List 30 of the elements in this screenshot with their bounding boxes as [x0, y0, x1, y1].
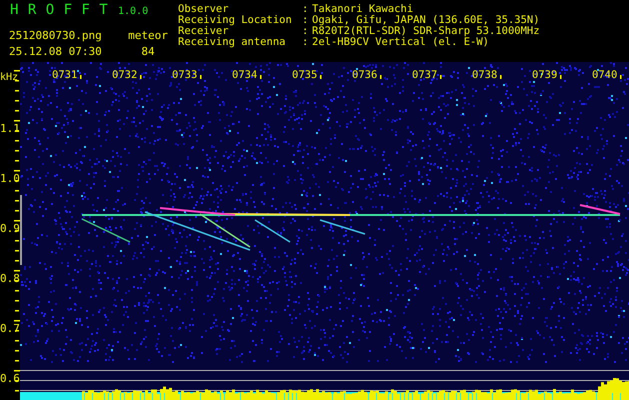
info-label: Receiving Location	[178, 15, 293, 26]
info-label: Receiving antenna	[178, 37, 286, 48]
info-separator: :	[302, 15, 310, 26]
time-label: 0737	[412, 69, 438, 81]
file-name: 2512080730.png	[8, 29, 103, 42]
app-version: 1.0.0	[118, 5, 150, 19]
date-time: 25.12.08 07:30	[8, 45, 103, 58]
meteor-count: 84	[140, 45, 156, 58]
info-value: 2el-HB9CV Vertical (el. E-W)	[312, 37, 490, 48]
info-separator: :	[302, 4, 310, 15]
info-value: Takanori Kawachi	[312, 4, 414, 15]
time-label: 0732	[112, 69, 138, 81]
app-title: H R O F F T	[9, 2, 108, 20]
counter-label: meteor	[127, 29, 169, 42]
time-label: 0739	[532, 69, 558, 81]
time-label: 0733	[172, 69, 198, 81]
time-label: 0736	[352, 69, 378, 81]
time-label: 0731	[52, 69, 78, 81]
info-value: Ogaki, Gifu, JAPAN (136.60E, 35.35N)	[312, 15, 540, 26]
info-label: Observer	[178, 4, 230, 15]
time-label: 0735	[292, 69, 318, 81]
time-label: 0740	[592, 69, 618, 81]
info-value: R820T2(RTL-SDR) SDR-Sharp 53.1000MHz	[312, 26, 540, 37]
info-separator: :	[302, 37, 310, 48]
info-separator: :	[302, 26, 310, 37]
frequency-label: 0.7	[0, 322, 20, 335]
axis-unit: kHz	[0, 72, 18, 83]
time-label: 0734	[232, 69, 258, 81]
info-label: Receiver	[178, 26, 229, 37]
time-label: 0738	[472, 69, 498, 81]
